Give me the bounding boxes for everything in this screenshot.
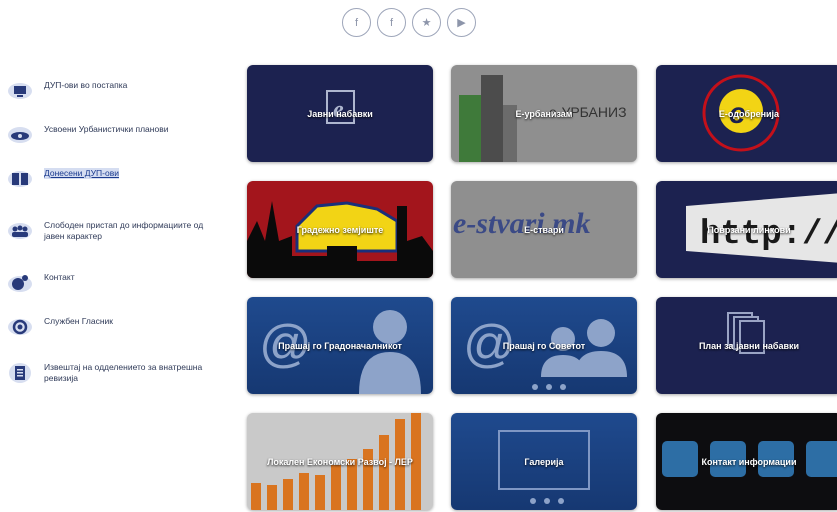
tile-procurement-plan[interactable]: План за јавни набавки — [656, 297, 837, 394]
tile-label: Е-одобренија — [718, 108, 780, 119]
svg-text:http://w: http://w — [700, 216, 837, 254]
tile-e-things[interactable]: e-stvari.mk Е-ствари — [451, 181, 637, 278]
contact-icon — [6, 272, 34, 294]
tile-ask-mayor[interactable]: @ Прашај го Градоначалникот — [247, 297, 433, 394]
tile-ask-council[interactable]: @ Прашај го Советот — [451, 297, 637, 394]
sidebar-item-label: Слободен пристап до информациите од јаве… — [44, 220, 204, 241]
sidebar: ДУП-ови во постапка Усвоени Урбанистички… — [0, 0, 240, 512]
sidebar-item-contact[interactable]: Контакт — [6, 272, 75, 294]
eye-icon — [6, 124, 34, 146]
tile-label: Е-урбанизам — [515, 108, 573, 119]
tile-label: Галерија — [524, 456, 564, 467]
sidebar-item-dup-in-progress[interactable]: ДУП-ови во постапка — [6, 80, 127, 102]
tile-e-approvals[interactable]: e Е-одобренија — [656, 65, 837, 162]
social-links: f f ★ ▶ — [342, 8, 476, 37]
tile-public-procurement[interactable]: e Јавни набавки — [247, 65, 433, 162]
facebook-icon[interactable]: f — [342, 8, 371, 37]
facebook-icon[interactable]: f — [377, 8, 406, 37]
youtube-icon[interactable]: ▶ — [447, 8, 476, 37]
sidebar-item-official-gazette[interactable]: Службен Гласник — [6, 316, 113, 338]
sidebar-item-label: Донесени ДУП-ови — [44, 168, 119, 179]
tile-label: Прашај го Советот — [502, 340, 586, 351]
document-icon — [6, 362, 34, 384]
sidebar-item-internal-audit[interactable]: Извештај на одделението за внатрешна рев… — [6, 362, 224, 384]
tile-label: Е-ствари — [524, 224, 564, 235]
tile-label: Контакт информации — [701, 456, 797, 467]
tile-contact-info[interactable]: Контакт информации — [656, 413, 837, 510]
sidebar-item-label: Службен Гласник — [44, 316, 114, 326]
monitor-icon — [6, 80, 34, 102]
twitter-icon[interactable]: ★ — [412, 8, 441, 37]
tile-useful-links[interactable]: http://w Поврзани линкови — [656, 181, 837, 278]
tile-construction-land[interactable]: Градежно земјиште — [247, 181, 433, 278]
sidebar-item-free-access[interactable]: Слободен пристап до информациите од јаве… — [6, 220, 224, 242]
sidebar-item-urban-plans[interactable]: Усвоени Урбанистички планови — [6, 124, 168, 146]
tile-e-urbanism[interactable]: е-УРБАНИЗ Е-урбанизам — [451, 65, 637, 162]
book-icon — [6, 168, 34, 190]
sidebar-item-label: ДУП-ови во постапка — [44, 80, 128, 90]
tile-label: Градежно земјиште — [296, 224, 384, 235]
tile-label: План за јавни набавки — [698, 340, 800, 351]
svg-text:e-stvari.mk: e-stvari.mk — [453, 207, 590, 240]
sidebar-item-label: Контакт — [44, 272, 75, 282]
tile-led[interactable]: Локален Економски Развој - ЛЕР — [247, 413, 433, 510]
tile-gallery[interactable]: Галерија — [451, 413, 637, 510]
sidebar-item-label: Извештај на одделението за внатрешна рев… — [44, 362, 203, 383]
globe-icon — [6, 316, 34, 338]
tile-label: Јавни набавки — [307, 108, 373, 119]
tile-label: Поврзани линкови — [707, 224, 791, 235]
tile-label: Локален Економски Развој - ЛЕР — [267, 456, 413, 467]
people-icon — [6, 220, 34, 242]
sidebar-item-adopted-dup[interactable]: Донесени ДУП-ови — [6, 168, 119, 190]
sidebar-item-label: Усвоени Урбанистички планови — [44, 124, 169, 134]
tile-label: Прашај го Градоначалникот — [278, 340, 402, 351]
